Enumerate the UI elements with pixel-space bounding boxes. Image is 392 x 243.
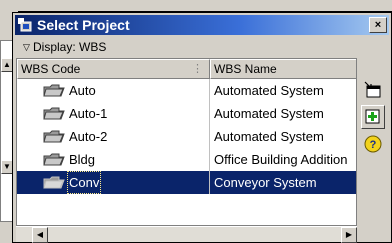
wbs-name-cell: Automated System <box>214 106 324 121</box>
wbs-name-cell: Automated System <box>214 83 324 98</box>
display-label: Display: WBS <box>33 40 107 54</box>
folder-icon <box>43 107 65 120</box>
table-row[interactable]: Bldg Office Building Addition <box>17 148 356 171</box>
column-header-label: WBS Name <box>214 62 277 76</box>
folder-icon <box>43 130 65 143</box>
title-bar[interactable]: Select Project × <box>15 15 389 35</box>
table-row[interactable]: Auto-2 Automated System <box>17 125 356 148</box>
wbs-code-text: Conv <box>67 171 102 194</box>
table-row-selected[interactable]: Conv Conveyor System <box>17 171 356 194</box>
column-header-label: WBS Code <box>21 62 81 76</box>
help-icon[interactable]: ? <box>361 132 385 156</box>
wbs-code-text: Auto <box>69 83 96 98</box>
sort-icon: ⋮ <box>192 63 203 75</box>
wbs-name-cell: Conveyor System <box>214 175 317 190</box>
grid-header: WBS Code ⋮ WBS Name <box>17 59 356 79</box>
add-green-plus-icon[interactable] <box>361 105 385 129</box>
folder-icon <box>43 153 65 166</box>
wbs-code-cell: Auto-2 <box>17 125 210 148</box>
horizontal-scrollbar[interactable]: ◀ ▶ <box>16 226 357 243</box>
folder-icon <box>43 176 65 189</box>
wbs-code-cell: Auto <box>17 79 210 102</box>
select-project-dialog: Select Project × ▽ Display: WBS WBS Code… <box>12 12 392 243</box>
project-window-icon <box>18 18 32 32</box>
column-header-wbs-name[interactable]: WBS Name <box>210 59 356 79</box>
wbs-name-cell: Automated System <box>214 129 324 144</box>
chevron-down-icon[interactable]: ▽ <box>23 42 30 53</box>
display-options-bar[interactable]: ▽ Display: WBS <box>15 37 357 57</box>
wbs-code-cell: Auto-1 <box>17 102 210 125</box>
wbs-code-text: Auto-1 <box>69 106 108 121</box>
wbs-code-text: Bldg <box>69 152 96 167</box>
close-button[interactable]: × <box>369 17 387 33</box>
table-row[interactable]: Auto-1 Automated System <box>17 102 356 125</box>
wbs-name-cell: Office Building Addition <box>214 152 348 167</box>
wbs-code-text: Auto-2 <box>69 129 108 144</box>
scroll-right-icon[interactable]: ▶ <box>341 227 357 243</box>
wbs-grid[interactable]: WBS Code ⋮ WBS Name Auto Automated Syste… <box>16 58 357 226</box>
svg-text:?: ? <box>370 139 377 151</box>
table-row[interactable]: Auto Automated System <box>17 79 356 102</box>
folder-icon <box>43 84 65 97</box>
wbs-code-cell: Conv <box>17 171 210 194</box>
scroll-left-icon[interactable]: ◀ <box>32 227 48 243</box>
dialog-title: Select Project <box>37 17 130 33</box>
collapse-window-icon[interactable] <box>361 78 385 102</box>
column-header-wbs-code[interactable]: WBS Code ⋮ <box>17 59 210 79</box>
wbs-code-cell: Bldg <box>17 148 210 171</box>
